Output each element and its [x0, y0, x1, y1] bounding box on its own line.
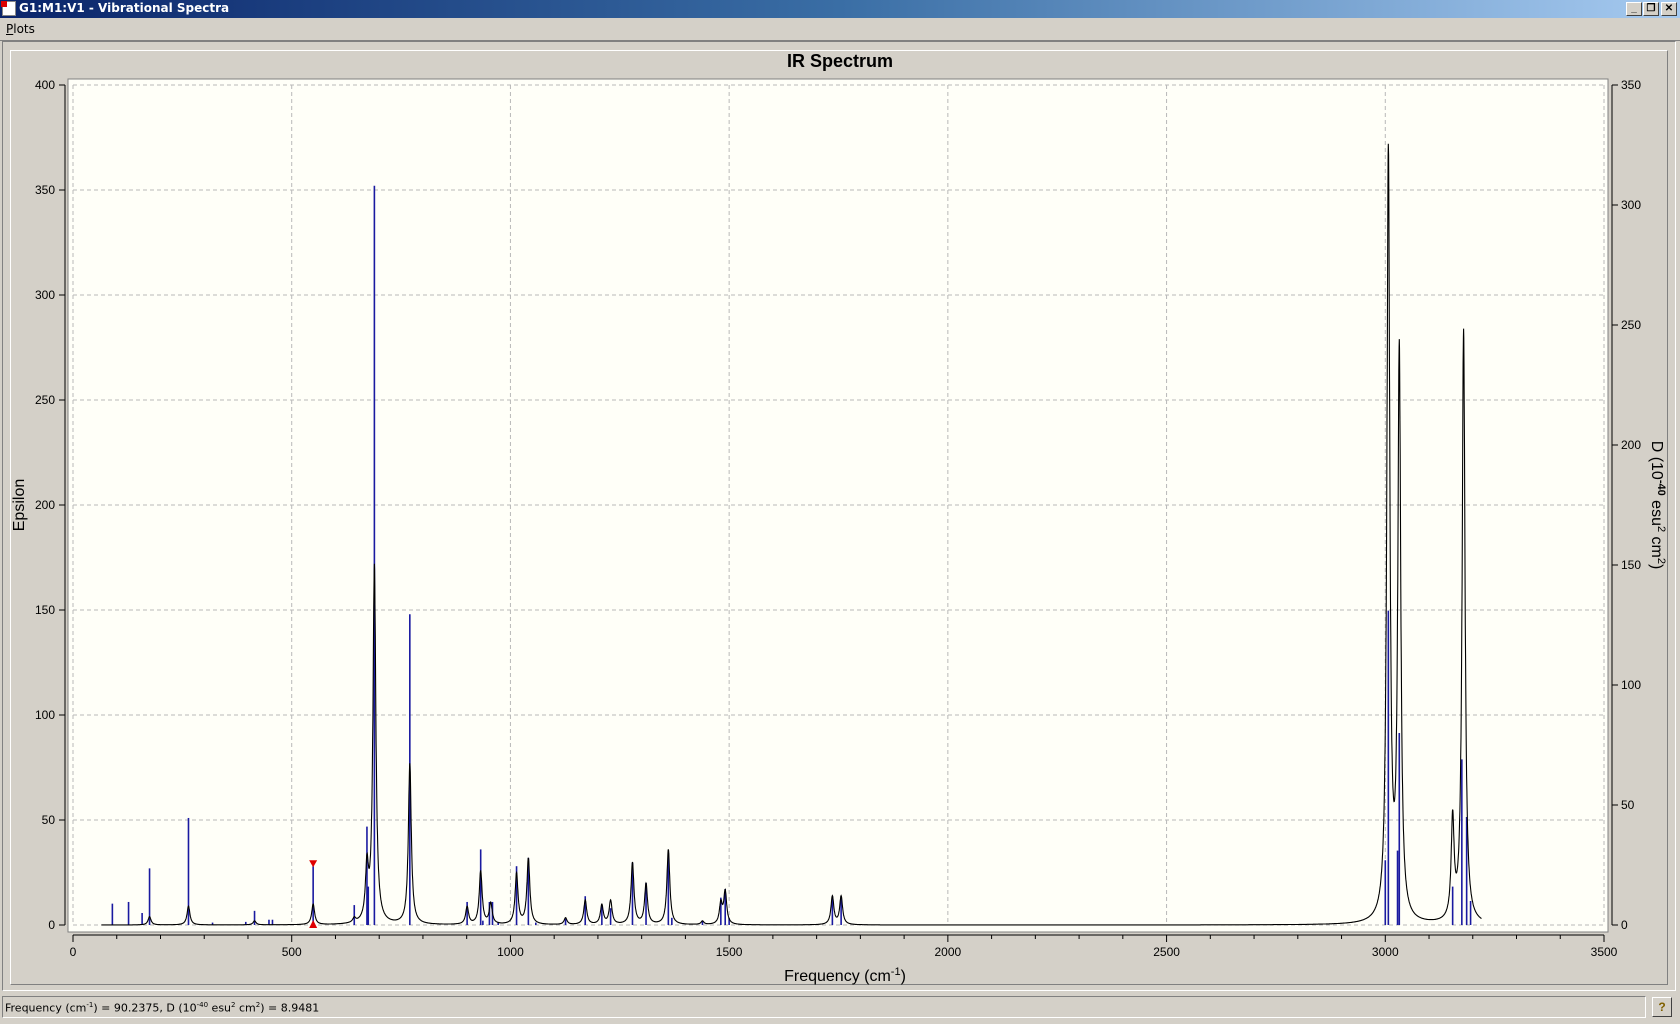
y2-tick-label: 50 [1621, 798, 1635, 812]
y2-label-end: ) [1648, 564, 1665, 569]
y2-tick-label: 350 [1621, 78, 1641, 92]
chart-title: IR Spectrum [787, 51, 893, 71]
x-tick-label: 1500 [716, 945, 743, 959]
status-mid3: cm [235, 1001, 256, 1015]
y2-label-mid: esu [1648, 496, 1665, 526]
y-tick-label: 250 [35, 393, 55, 407]
x-tick-label: 3500 [1591, 945, 1618, 959]
x-tick-label: 2000 [935, 945, 962, 959]
status-prefix: Frequency (cm [5, 1001, 87, 1015]
x-tick-label: 1000 [497, 945, 524, 959]
y-tick-label: 350 [35, 183, 55, 197]
y-tick-label: 150 [35, 603, 55, 617]
y2-label-main: D (10 [1648, 441, 1665, 480]
status-bar: Frequency (cm-1) = 90.2375, D (10-40 esu… [0, 996, 1680, 1020]
x-tick-label: 500 [282, 945, 302, 959]
y2-tick-label: 150 [1621, 558, 1641, 572]
help-button[interactable]: ? [1652, 997, 1672, 1017]
ir-spectrum-chart[interactable]: IR Spectrum Epsilon Frequency (cm-1) D (… [0, 0, 1680, 1024]
x-axis-label-sup: -1 [891, 966, 901, 978]
status-panel: Frequency (cm-1) = 90.2375, D (10-40 esu… [2, 996, 1646, 1018]
y2-tick-label: 300 [1621, 198, 1641, 212]
status-mid: ) = 90.2375, D (10 [93, 1001, 197, 1015]
y2-axis-label: D (10-40 esu2 cm2) [1648, 441, 1667, 570]
y-tick-label: 0 [48, 918, 55, 932]
y2-tick-label: 200 [1621, 438, 1641, 452]
x-axis-label-end: ) [901, 968, 906, 985]
x-tick-label: 2500 [1153, 945, 1180, 959]
y-tick-label: 400 [35, 78, 55, 92]
status-mid2: esu [208, 1001, 232, 1015]
x-tick-label: 0 [70, 945, 77, 959]
status-readout: Frequency (cm-1) = 90.2375, D (10-40 esu… [5, 1001, 319, 1015]
y-tick-label: 200 [35, 498, 55, 512]
y2-tick-label: 250 [1621, 318, 1641, 332]
y2-label-sup1: -40 [1655, 480, 1667, 496]
y-tick-label: 300 [35, 288, 55, 302]
y2-tick-label: 100 [1621, 678, 1641, 692]
y-tick-label: 50 [42, 813, 56, 827]
status-exp2: -40 [196, 1001, 209, 1009]
y-tick-label: 100 [35, 708, 55, 722]
x-axis-label-main: Frequency (cm [784, 968, 891, 985]
x-axis-label: Frequency (cm-1) [784, 966, 906, 985]
y2-tick-label: 0 [1621, 918, 1628, 932]
status-suffix: ) = 8.9481 [260, 1001, 320, 1015]
y-axis-label: Epsilon [11, 479, 28, 531]
x-tick-label: 3000 [1372, 945, 1399, 959]
y2-label-mid2: cm [1648, 532, 1665, 558]
